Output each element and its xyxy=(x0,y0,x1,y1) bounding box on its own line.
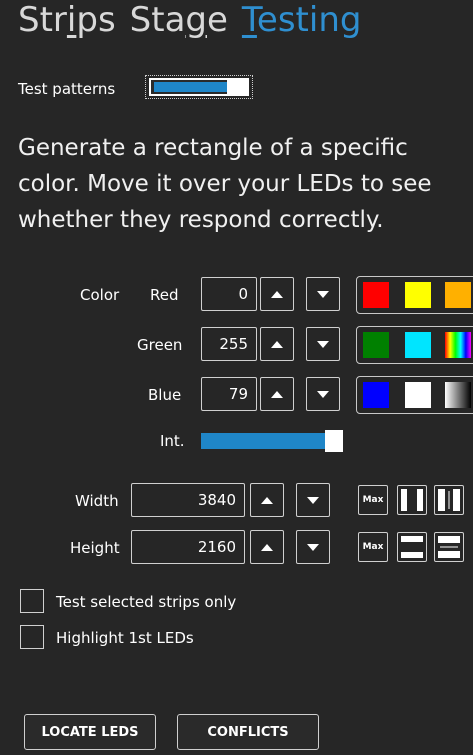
conflicts-button[interactable]: CONFLICTS xyxy=(177,714,319,750)
rainbow-swatch-button[interactable] xyxy=(440,327,473,363)
test-patterns-label: Test patterns xyxy=(18,80,116,98)
cyan-swatch-button[interactable] xyxy=(400,327,436,363)
color-label: Color xyxy=(80,286,120,304)
orange-swatch-button[interactable] xyxy=(440,277,473,313)
vertical-bar-icon xyxy=(401,489,423,511)
description-text: Generate a rectangle of a specific color… xyxy=(18,135,432,233)
blue-swatch xyxy=(363,382,389,408)
white-swatch-button[interactable] xyxy=(400,377,436,413)
red-increment-button[interactable] xyxy=(260,277,294,311)
green-swatch-button[interactable] xyxy=(358,327,394,363)
red-swatch xyxy=(363,282,389,308)
green-increment-button[interactable] xyxy=(260,327,294,361)
test-patterns-toggle[interactable] xyxy=(145,75,253,99)
width-max-button[interactable]: Max xyxy=(358,485,388,515)
green-swatch xyxy=(363,332,389,358)
red-decrement-button[interactable] xyxy=(306,277,340,311)
arrow-down-icon xyxy=(307,543,319,551)
yellow-swatch-button[interactable] xyxy=(400,277,436,313)
arrow-up-icon xyxy=(271,290,283,298)
test-selected-strips-label: Test selected strips only xyxy=(56,593,237,611)
blue-swatch-button[interactable] xyxy=(358,377,394,413)
blue-decrement-button[interactable] xyxy=(306,377,340,411)
height-value-field[interactable]: 2160 xyxy=(131,530,245,564)
yellow-swatch xyxy=(405,282,431,308)
highlight-first-leds-label: Highlight 1st LEDs xyxy=(56,629,194,647)
gradient-swatch xyxy=(445,382,471,408)
intensity-label: Int. xyxy=(160,432,185,450)
tab-mnemonic: i xyxy=(66,0,77,40)
width-decrement-button[interactable] xyxy=(296,483,330,517)
blue-value-field[interactable]: 79 xyxy=(201,377,257,411)
height-max-button[interactable]: Max xyxy=(358,532,388,562)
height-decrement-button[interactable] xyxy=(296,530,330,564)
horizontal-bar-icon xyxy=(401,536,423,558)
width-center-button[interactable] xyxy=(434,485,464,515)
tab-mnemonic: g xyxy=(185,0,207,40)
toggle-fill xyxy=(154,82,227,92)
toggle-track xyxy=(149,78,249,96)
height-label: Height xyxy=(70,539,120,557)
red-value-field[interactable]: 0 xyxy=(201,277,257,311)
test-selected-strips-checkbox[interactable] xyxy=(20,589,44,613)
red-swatch-button[interactable] xyxy=(358,277,394,313)
cyan-swatch xyxy=(405,332,431,358)
tab-stage[interactable]: Stage xyxy=(130,0,228,50)
red-label: Red xyxy=(150,286,179,304)
highlight-first-leds-checkbox[interactable] xyxy=(20,625,44,649)
gradient-swatch-button[interactable] xyxy=(440,377,473,413)
width-increment-button[interactable] xyxy=(250,483,284,517)
rainbow-swatch xyxy=(445,332,471,358)
height-center-button[interactable] xyxy=(434,532,464,562)
tab-testing[interactable]: Testing xyxy=(242,0,362,50)
intensity-slider-track[interactable] xyxy=(201,433,341,449)
vertical-resize-icon xyxy=(438,536,460,558)
horizontal-resize-icon xyxy=(438,489,460,511)
width-value-field[interactable]: 3840 xyxy=(131,483,245,517)
white-swatch xyxy=(405,382,431,408)
height-increment-button[interactable] xyxy=(250,530,284,564)
blue-label: Blue xyxy=(148,386,182,404)
locate-leds-button[interactable]: LOCATE LEDS xyxy=(24,714,156,750)
arrow-up-icon xyxy=(261,543,273,551)
toggle-thumb[interactable] xyxy=(227,80,247,94)
height-full-button[interactable] xyxy=(397,532,427,562)
width-full-button[interactable] xyxy=(397,485,427,515)
arrow-up-icon xyxy=(271,340,283,348)
blue-increment-button[interactable] xyxy=(260,377,294,411)
green-decrement-button[interactable] xyxy=(306,327,340,361)
green-value-field[interactable]: 255 xyxy=(201,327,257,361)
green-label: Green xyxy=(137,336,183,354)
arrow-down-icon xyxy=(317,340,329,348)
arrow-down-icon xyxy=(317,390,329,398)
tab-bar: Strips Stage Testing xyxy=(18,0,361,50)
tab-strips[interactable]: Strips xyxy=(18,0,116,50)
arrow-up-icon xyxy=(261,496,273,504)
arrow-up-icon xyxy=(271,390,283,398)
tab-mnemonic: T xyxy=(241,0,257,40)
orange-swatch xyxy=(445,282,471,308)
intensity-slider-thumb[interactable] xyxy=(325,430,343,452)
arrow-down-icon xyxy=(317,290,329,298)
width-label: Width xyxy=(75,492,119,510)
arrow-down-icon xyxy=(307,496,319,504)
